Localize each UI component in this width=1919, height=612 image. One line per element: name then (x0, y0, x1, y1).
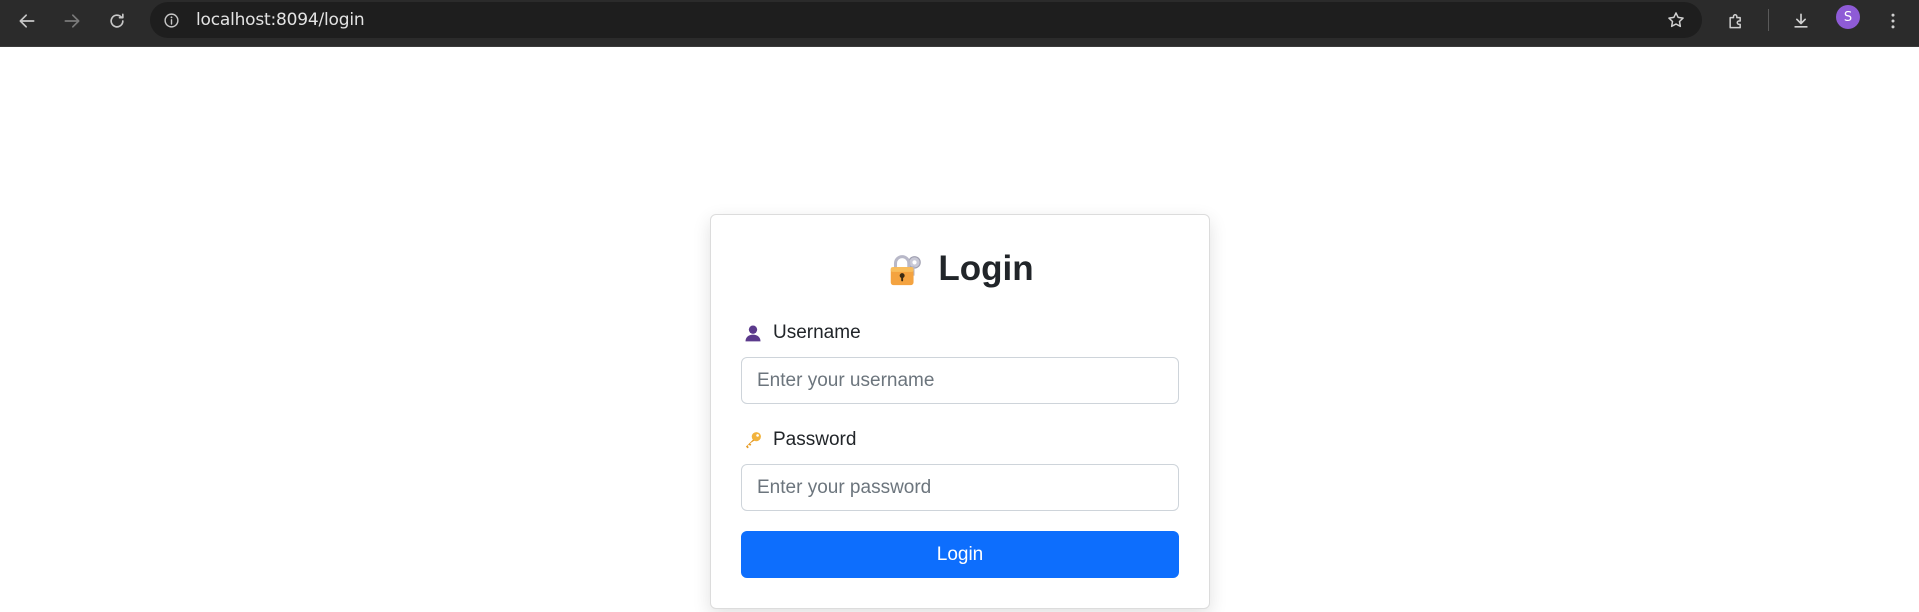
user-silhouette-icon (745, 325, 761, 342)
site-info-button[interactable] (160, 9, 182, 31)
password-input[interactable] (741, 464, 1179, 511)
arrow-right-icon (64, 14, 80, 28)
username-input[interactable] (741, 357, 1179, 404)
download-icon (1794, 13, 1808, 28)
login-card: Login Username Password Login (710, 214, 1210, 609)
url-text[interactable]: localhost:8094/login (196, 10, 365, 30)
login-title: Login (938, 249, 1034, 288)
info-circle-icon (163, 12, 179, 28)
kebab-menu-icon (1891, 13, 1895, 29)
username-label-text: Username (773, 322, 861, 343)
address-bar[interactable]: localhost:8094/login (150, 2, 1702, 38)
toolbar-divider (1768, 9, 1769, 31)
reload-icon (110, 13, 124, 28)
login-heading: Login (711, 249, 1209, 289)
reload-button[interactable] (100, 4, 134, 38)
browser-menu-button[interactable] (1876, 4, 1910, 38)
lock-with-key-icon (891, 255, 922, 286)
forward-button[interactable] (55, 4, 89, 38)
downloads-button[interactable] (1784, 4, 1818, 38)
password-label: Password (743, 429, 856, 451)
star-icon (1668, 12, 1684, 28)
username-label: Username (743, 322, 861, 344)
extensions-button[interactable] (1719, 4, 1753, 38)
arrow-left-icon (19, 14, 35, 28)
bookmark-button[interactable] (1664, 8, 1688, 32)
back-button[interactable] (10, 4, 44, 38)
key-icon (745, 432, 761, 449)
profile-avatar[interactable]: S (1836, 5, 1860, 29)
login-button[interactable]: Login (741, 531, 1179, 578)
password-label-text: Password (773, 429, 857, 450)
browser-toolbar: localhost:8094/login S (0, 0, 1919, 47)
puzzle-piece-icon (1729, 14, 1741, 29)
